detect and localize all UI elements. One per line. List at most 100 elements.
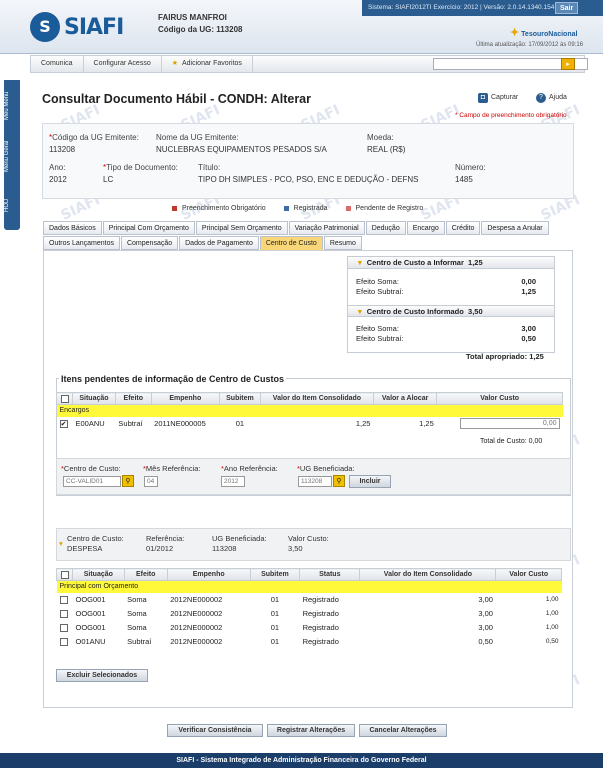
collapse-arrow-icon[interactable]: ▾ — [358, 307, 362, 316]
cell-situacao: OOG001 — [75, 595, 106, 604]
tab-deducao[interactable]: Dedução — [365, 221, 406, 235]
registrada-marker-icon — [283, 206, 289, 211]
tab-dados-basicos[interactable]: Dados Básicos — [43, 221, 102, 235]
table-row: ✔ E00ANU Subtraí 2011NE000005 01 1,25 1,… — [57, 417, 563, 431]
select-all-header[interactable] — [56, 392, 73, 405]
col-empenho: Empenho — [150, 392, 220, 405]
search-icon[interactable]: ⚲ — [333, 475, 345, 487]
tab-dados-de-pagamento[interactable]: Dados de Pagamento — [179, 236, 259, 250]
tab-despesa-a-anular[interactable]: Despesa a Anular — [481, 221, 549, 235]
incluir-button[interactable]: Incluir — [349, 475, 391, 488]
search-icon[interactable]: ⚲ — [122, 475, 134, 487]
cell-efeito: Soma — [127, 609, 147, 618]
cell-situacao: OOG001 — [75, 609, 106, 618]
checkbox-icon[interactable] — [60, 394, 69, 403]
valor-custo-input[interactable] — [459, 418, 560, 429]
col-consolidado: Valor do Item Consolidado — [359, 568, 497, 581]
side-tab-menu-geral[interactable]: Menu Geral — [4, 134, 20, 178]
checkbox-icon[interactable] — [59, 624, 68, 632]
tab-compensacao[interactable]: Compensação — [120, 236, 179, 250]
cancelar-alteracoes-button[interactable]: Cancelar Alterações — [359, 724, 447, 737]
detail-ug: UG Beneficiada: 113208 — [212, 534, 267, 553]
checkbox-icon[interactable] — [60, 570, 69, 579]
cc-detail-box: ▾ Centro de Custo: DESPESA Referência: 01/… — [56, 528, 571, 561]
checkbox-icon[interactable] — [59, 610, 68, 618]
checkbox-icon[interactable] — [59, 638, 68, 646]
col-efeito: Efeito — [123, 568, 168, 581]
col-consolidado: Valor do Item Consolidado — [259, 392, 374, 405]
row-checkbox[interactable]: ✔ — [57, 417, 73, 431]
verificar-consistencia-button[interactable]: Verificar Consistência — [167, 724, 263, 737]
checkbox-icon[interactable] — [59, 596, 68, 604]
tesouro-star-icon: ✦ — [510, 27, 520, 39]
tab-credito[interactable]: Crédito — [445, 221, 481, 235]
menu-adicionar-favoritos[interactable]: ★ Adicionar Favoritos — [162, 56, 253, 72]
cell-consolidado: 0,50 — [478, 637, 493, 646]
table-row: O01ANU Subtraí 2012NE000002 01 Registrad… — [57, 635, 562, 649]
row-checkbox[interactable] — [57, 607, 73, 621]
menu-configurar-acesso[interactable]: Configurar Acesso — [84, 56, 162, 72]
tab-outros-lancamentos[interactable]: Outros Lançamentos — [43, 236, 120, 250]
cc-informado-header: ▾ Centro de Custo Informado 3,50 — [348, 305, 554, 317]
cell-alocar: 1,25 — [419, 419, 434, 428]
tab-resumo[interactable]: Resumo — [323, 236, 362, 250]
select-all-header[interactable] — [56, 568, 73, 581]
cell-empenho: 2011NE000005 — [154, 419, 206, 428]
cell-efeito: Soma — [127, 595, 147, 604]
table-row: OOG001 Soma 2012NE000002 01 Registrado 3… — [57, 607, 562, 621]
tab-encargo[interactable]: Encargo — [406, 221, 445, 235]
help-button[interactable]: ? Ajuda — [536, 93, 567, 103]
cell-valor-custo: 1,00 — [545, 624, 559, 631]
row-checkbox[interactable] — [57, 593, 73, 607]
cell-consolidado: 1,25 — [355, 419, 371, 428]
detail-cc: Centro de Custo: DESPESA — [67, 534, 124, 553]
tesouro-logo: ✦ TesouroNacional — [510, 26, 577, 39]
cc-label: *Centro de Custo: — [61, 464, 121, 473]
row-checkbox[interactable] — [57, 621, 73, 635]
menu-bar: Comunica Configurar Acesso ★ Adicionar Fa… — [30, 55, 588, 73]
obrigatorio-marker-icon — [172, 206, 177, 211]
field-tipo-documento: *Tipo de Documento: LC — [103, 163, 178, 184]
legend-pendente: Pendente de Registro — [345, 205, 423, 212]
cc-informado-subtrai: Efeito Subtraí: 0,50 — [356, 334, 536, 343]
table-row: OOG001 Soma 2012NE000002 01 Registrado 3… — [57, 593, 562, 607]
field-nome-ug: Nome da UG Emitente: NUCLEBRAS EQUIPAMENT… — [156, 133, 327, 154]
cell-status: Registrado — [302, 609, 339, 618]
row-checkbox[interactable] — [57, 635, 73, 649]
pendente-marker-icon — [345, 206, 351, 211]
required-note: * Campo de preenchimento obrigatório — [455, 112, 567, 119]
ug-beneficiada-input[interactable] — [298, 476, 332, 487]
group-row: Encargos — [56, 404, 563, 417]
logout-button[interactable]: Sair — [555, 2, 579, 14]
help-label: Ajuda — [549, 94, 567, 101]
tab-centro-de-custo[interactable]: Centro de Custo — [259, 236, 323, 250]
capture-button[interactable]: ◘ Capturar — [478, 93, 518, 103]
checkmark-icon[interactable]: ✔ — [59, 420, 68, 428]
collapse-arrow-icon[interactable]: ▾ — [358, 258, 362, 267]
group-label: Encargos — [56, 404, 563, 417]
cell-status: Registrado — [302, 595, 339, 604]
mes-referencia-input[interactable] — [144, 476, 158, 487]
pending-items-table: Situação Efeito Empenho Subitem Valor do… — [56, 392, 563, 431]
side-tab-hod[interactable]: HOD — [4, 190, 20, 220]
centro-de-custo-input[interactable] — [63, 476, 121, 487]
detail-valor-custo: Valor Custo: 3,50 — [288, 534, 329, 553]
cell-empenho: 2012NE000002 — [170, 623, 223, 632]
table-row: OOG001 Soma 2012NE000002 01 Registrado 3… — [57, 621, 562, 635]
field-titulo: Título: TIPO DH SIMPLES - PCO, PSO, ENC E… — [198, 163, 419, 184]
excluir-selecionados-button[interactable]: Excluir Selecionados — [56, 669, 148, 682]
registrar-alteracoes-button[interactable]: Registrar Alterações — [267, 724, 355, 737]
menu-comunica[interactable]: Comunica — [31, 56, 84, 72]
cell-valor-custo: 1,00 — [545, 596, 559, 603]
cell-situacao: O01ANU — [75, 637, 106, 646]
ano-referencia-input[interactable] — [221, 476, 245, 487]
tab-variacao-patrimonial[interactable]: Variação Patrimonial — [288, 221, 365, 235]
tab-principal-com-orcamento[interactable]: Principal Com Orçamento — [102, 221, 195, 235]
siafi-logo: S SIAFI — [30, 12, 124, 42]
ano-label: *Ano Referência: — [221, 464, 278, 473]
tab-principal-sem-orcamento[interactable]: Principal Sem Orçamento — [195, 221, 288, 235]
collapse-arrow-icon[interactable]: ▾ — [59, 539, 63, 548]
cc-informar-value: 1,25 — [468, 258, 483, 267]
side-tab-meu-menu[interactable]: Meu Menu — [4, 84, 20, 128]
search-go-button[interactable]: ▸ — [561, 58, 575, 70]
